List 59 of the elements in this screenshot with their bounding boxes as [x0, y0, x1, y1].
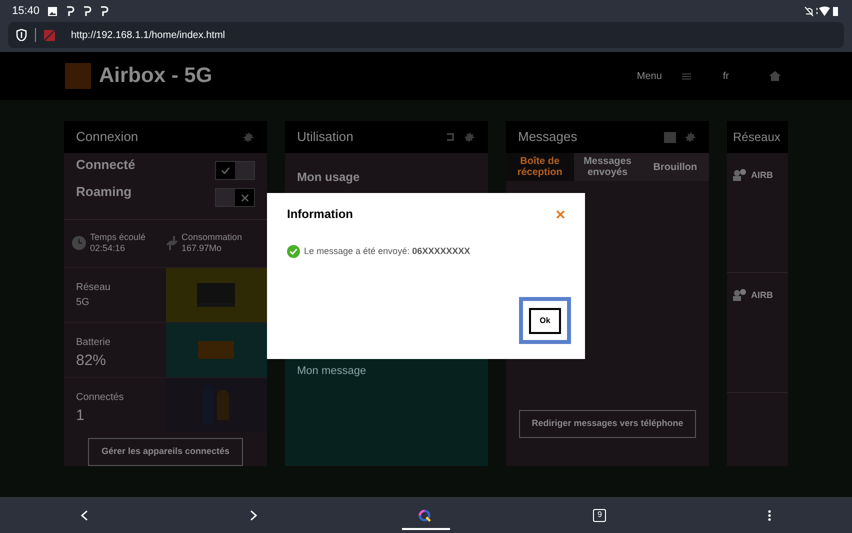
dialog-message: Le message a été envoyé: 06XXXXXXXX	[304, 245, 470, 258]
tile-label: Batterie	[76, 336, 112, 350]
ok-button[interactable]: Ok	[529, 308, 561, 334]
card-title: Réseaux	[733, 129, 780, 146]
network-name: AIRB	[751, 289, 773, 302]
stat-value: 02:54:16	[90, 243, 126, 254]
language-selector[interactable]: fr	[722, 68, 729, 84]
user-group-icon	[733, 169, 747, 181]
logo-square	[65, 63, 91, 89]
settings-icon[interactable]	[463, 130, 476, 144]
dialog-title: Information	[287, 206, 353, 223]
stat-value: 167.97Mo	[182, 243, 223, 254]
menu-link[interactable]: Menu	[636, 68, 662, 84]
system-status-icons	[804, 6, 840, 16]
close-icon[interactable]	[556, 210, 565, 218]
shield-icon[interactable]	[16, 29, 27, 41]
check-icon	[221, 166, 230, 175]
settings-icon[interactable]	[242, 130, 255, 144]
card-title: Utilisation	[297, 128, 354, 146]
card-title: Messages	[518, 128, 578, 146]
forward-icon[interactable]	[250, 510, 257, 520]
cross-icon	[240, 194, 248, 202]
address-bar[interactable]: http://192.168.1.1/home/index.html	[8, 22, 844, 48]
clock-time: 15:40	[12, 4, 40, 19]
tile-value: 1	[76, 406, 86, 426]
browser-logo-icon[interactable]	[418, 508, 432, 522]
section-title: Mon usage	[297, 170, 360, 184]
section-title: Mon message	[297, 365, 366, 377]
message-tab[interactable]: Brouillon	[641, 153, 710, 181]
tile-label: Connectés	[76, 390, 125, 405]
message-tab[interactable]: Messages envoyés	[574, 153, 642, 181]
toggle-switch[interactable]	[215, 188, 255, 207]
more-options-icon[interactable]	[768, 510, 772, 520]
toggle-label: Roaming	[76, 184, 132, 199]
home-icon[interactable]	[769, 71, 781, 81]
tile-value: 82%	[76, 350, 108, 371]
toggle-label: Connecté	[76, 157, 136, 172]
site-title: Airbox - 5G	[99, 63, 212, 90]
manage-devices-button[interactable]: Gérer les appareils connectés	[88, 438, 243, 466]
network-name: AIRB	[751, 169, 773, 182]
transfer-icon	[166, 236, 178, 250]
user-group-icon	[733, 289, 747, 301]
url-text: http://192.168.1.1/home/index.html	[71, 28, 225, 42]
clock-icon	[72, 236, 86, 250]
menu-icon[interactable]	[682, 72, 691, 80]
redirect-messages-button[interactable]: Rediriger messages vers téléphone	[518, 410, 696, 438]
settings-icon[interactable]	[684, 130, 697, 144]
stat-label: Consommation	[182, 232, 242, 244]
tab-count-button[interactable]: 9	[593, 508, 606, 522]
stat-label: Temps écoulé	[90, 232, 146, 244]
back-icon[interactable]	[80, 510, 88, 520]
insecure-lock-icon	[44, 30, 55, 40]
message-tab[interactable]: Boîte de réception	[506, 153, 574, 181]
toggle-switch[interactable]	[215, 161, 255, 180]
image-icon	[48, 6, 57, 16]
success-check-icon	[287, 245, 300, 258]
tile-value: 5G	[76, 296, 90, 310]
card-title: Connexion	[76, 128, 138, 146]
tile-label: Réseau	[76, 280, 112, 295]
